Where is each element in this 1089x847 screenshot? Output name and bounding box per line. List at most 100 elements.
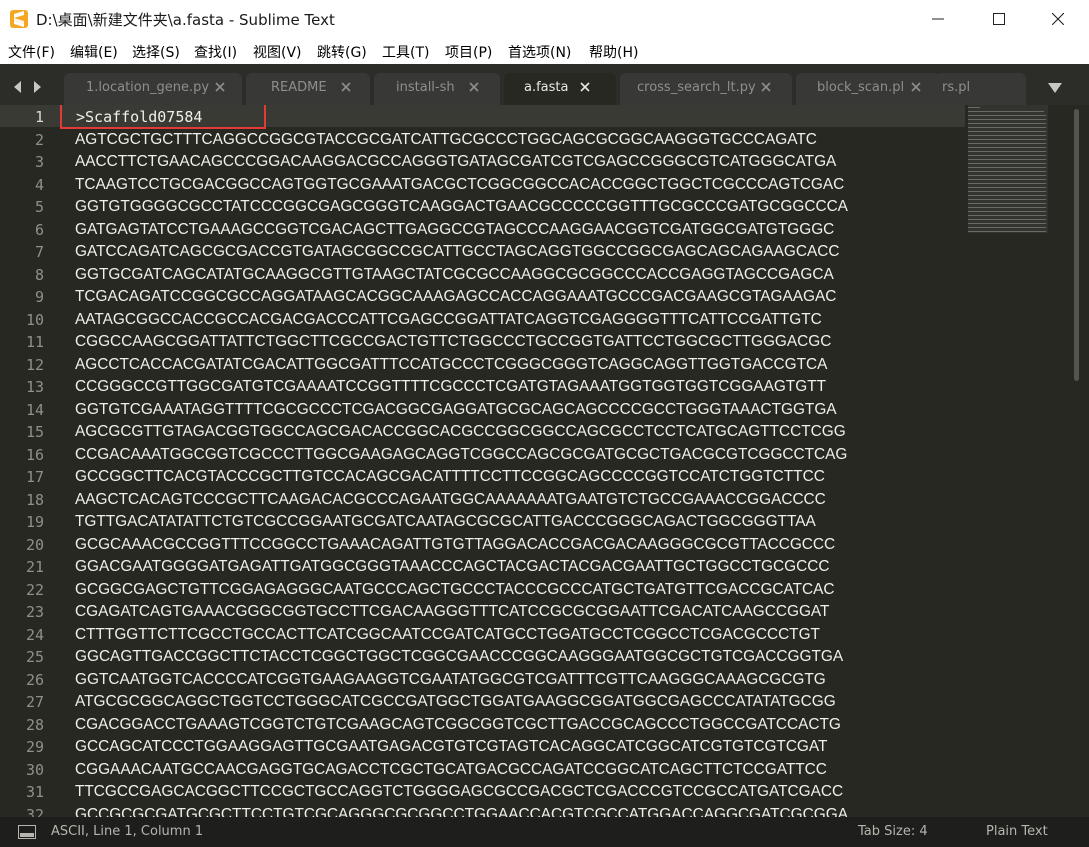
tab-a-fasta[interactable]: a.fasta [504,73,616,105]
line-number: 24 [25,625,44,644]
tab-list-dropdown-icon[interactable] [1048,78,1062,97]
line-number: 30 [25,760,44,779]
minimap-line [968,151,1046,152]
highlight-annotation-box [60,105,266,129]
sequence-line[interactable]: CCGGGCCGTTGGCGATGTCGAAAATCCGGTTTTCGCCCTC… [75,376,826,399]
line-number: 9 [34,288,44,306]
sequence-line[interactable]: CGACGGACCTGAAAGTCGGTCTGTCGAAGCAGTCGGCGGT… [75,714,841,737]
sequence-line[interactable]: TCGACAGATCCGGCGCCAGGATAAGCACGGCAAAGAGCCA… [75,286,836,309]
sequence-line[interactable]: GATCCAGATCAGCGCGACCGTGATAGCGGCCGCATTGCCT… [75,241,839,264]
minimap-line [968,143,1046,144]
sequence-line[interactable]: TTCGCCGAGCACGGCTTCCGCTGCCAGGTCTGGGGAGCGC… [75,781,843,804]
line-number: 32 [25,805,44,818]
tab-cross-search-lt-py[interactable]: cross_search_lt.py [620,73,792,105]
sequence-line[interactable]: GGCAGTTGACCGGCTTCTACCTCGGCTGGCTCGGCGAACC… [75,646,843,669]
vertical-scrollbar[interactable] [1071,105,1081,817]
syntax-indicator[interactable]: Plain Text [986,824,1048,839]
tab-label: a.fasta [524,80,569,95]
tab-close-icon[interactable] [761,82,771,92]
tab-label: cross_search_lt.py [637,80,756,95]
sequence-line[interactable]: GGTGTCGAAATAGGTTTTCGCGCCCTCGACGGCGAGGATG… [75,399,837,422]
minimap-line [968,223,1046,224]
tab-scroll-left-icon[interactable] [14,78,22,97]
minimap-line [968,211,1046,212]
menu-project[interactable]: 项目(P) [445,42,492,62]
sequence-line[interactable]: GATGAGTATCCTGAAAGCCGGTCGACAGCTTGAGGCCGTA… [75,219,834,242]
scrollbar-thumb[interactable] [1074,109,1079,381]
tab-close-icon[interactable] [580,82,590,92]
line-number: 16 [25,445,44,464]
menu-file[interactable]: 文件(F) [8,42,55,62]
menu-preferences[interactable]: 首选项(N) [508,42,571,62]
minimap-line [968,175,1046,176]
tab-1-location-gene-py[interactable]: 1.location_gene.py [64,73,242,105]
sequence-line[interactable]: GGTGTGGGGCGCCTATCCCGGCGAGCGGGTCAAGGACTGA… [75,196,848,219]
minimap-line [968,119,1046,120]
menu-view[interactable]: 视图(V) [253,42,302,62]
line-number: 18 [25,490,44,509]
tab-close-icon[interactable] [911,82,921,92]
title-bar: D:\桌面\新建文件夹\a.fasta - Sublime Text [0,0,1089,38]
menu-goto[interactable]: 跳转(G) [317,42,367,62]
sequence-line[interactable]: AGTCGCTGCTTTCAGGCCGGCGTACCGCGATCATTGCGCC… [75,129,817,152]
sequence-line[interactable]: CGGCCAAGCGGATTATTCTGGCTTCGCCGACTGTTCTGGC… [75,331,831,354]
menu-edit[interactable]: 编辑(E) [70,42,118,62]
sequence-line[interactable]: GCCGGCTTCACGTACCCGCTTGTCCACAGCGACATTTTCC… [75,466,825,489]
tab-size-indicator[interactable]: Tab Size: 4 [858,824,928,839]
menu-selection[interactable]: 选择(S) [132,42,180,62]
sequence-line[interactable]: ATGCGCGGCAGGCTGGTCCTGGGCATCGCCGATGGCTGGA… [75,691,836,714]
tab-close-icon[interactable] [469,82,479,92]
sublime-text-logo-icon [10,10,28,28]
minimap-line [968,199,1046,200]
minimap-line [968,107,980,108]
sequence-line[interactable]: TCAAGTCCTGCGACGGCCAGTGGTGCGAAATGACGCTCGG… [75,174,844,197]
tab-readme[interactable]: README [246,73,370,105]
maximize-button[interactable] [976,0,1022,38]
tab-label: 1.location_gene.py [86,80,210,95]
tab-close-icon[interactable] [341,82,351,92]
panel-toggle-icon[interactable] [18,825,36,839]
minimap-line [968,195,1046,196]
menu-bar: 文件(F) 编辑(E) 选择(S) 查找(I) 视图(V) 跳转(G) 工具(T… [0,38,1089,64]
line-number: 22 [25,580,44,599]
sequence-line[interactable]: TGTTGACATATATTCTGTCGCCGGAATGCGATCAATAGCG… [75,511,816,534]
sequence-line[interactable]: GCGGCGAGCTGTTCGGAGAGGGCAATGCCCAGCTGCCCTA… [75,579,835,602]
sequence-line[interactable]: CGAGATCAGTGAAACGGGCGGTGCCTTCGACAAGGGTTTC… [75,601,829,624]
sequence-line[interactable]: AACCTTCTGAACAGCCCGGACAAGGACGCCAGGGTGATAG… [75,151,836,174]
minimap-line [968,227,1046,228]
sequence-line[interactable]: GCGCAAACGCCGGTTTCCGGCCTGAAACAGATTGTGTTAG… [75,534,835,557]
sequence-line[interactable]: AATAGCGGCCACCGCCACGACGACCCATTCGAGCCGGATT… [75,309,822,332]
sequence-line[interactable]: GGACGAATGGGGATGAGATTGATGGCGGGTAAACCCAGCT… [75,556,829,579]
sequence-line[interactable]: AGCCTCACCACGATATCGACATTGGCGATTTCCATGCCCT… [75,354,827,377]
menu-tools[interactable]: 工具(T) [382,42,429,62]
tab-scroll-right-icon[interactable] [33,78,41,97]
line-number: 11 [25,333,44,351]
sequence-line[interactable]: AGCGCGTTGTAGACGGTGGCCAGCGACACCGGCACGCCGG… [75,421,846,444]
tab-partial-pl[interactable]: rs.pl [936,73,1026,105]
tab-close-icon[interactable] [215,82,225,92]
minimap-line [968,131,1046,132]
minimap-line [968,159,1046,160]
tab-label: install-sh [396,80,455,95]
sequence-line[interactable]: GCCAGCATCCCTGGAAGGAGTTGCGAATGAGACGTGTCGT… [75,736,827,759]
menu-find[interactable]: 查找(I) [194,42,237,62]
menu-help[interactable]: 帮助(H) [589,42,638,62]
line-number: 10 [25,310,44,329]
sequence-line[interactable]: CGGAAACAATGCCAACGAGGTGCAGACCTCGCTGCATGAC… [75,759,827,782]
tab-block-scan-pl[interactable]: block_scan.pl [796,73,940,105]
sequence-line[interactable]: GGTCAATGGTCACCCCATCGGTGAAGAAGGTCGAATATGG… [75,669,826,692]
minimap-line [968,163,1046,164]
sequence-line[interactable]: GGTGCGATCAGCATATGCAAGGCGTTGTAAGCTATCGCGC… [75,264,834,287]
tab-install-sh[interactable]: install-sh [374,73,500,105]
editor-area[interactable]: 1 2 3 4 5 6 7 8 9 10 11 12 13 14 15 16 17 18 19 20 21 22 23 24 2… [0,105,1089,817]
minimize-button[interactable] [915,0,961,38]
tab-label: README [271,80,327,95]
sequence-line[interactable]: AAGCTCACAGTCCCGCTTCAAGACACGCCCAGAATGGCAA… [75,489,826,512]
close-window-button[interactable] [1035,0,1081,38]
minimap[interactable] [968,105,1048,235]
minimap-line [968,111,1045,112]
sequence-line[interactable]: CTTTGGTTCTTCGCCTGCCACTTCATCGGCAATCCGATCA… [75,624,820,647]
minimap-line [968,179,1046,180]
sequence-line[interactable]: GCCGCGCGATGCGCTTCCTGTCGCAGGGCGCGGCCTGGAA… [75,804,848,818]
sequence-line[interactable]: CCGACAAATGGCGGTCGCCCTTGGCGAAGAGCAGGTCGGC… [75,444,847,467]
